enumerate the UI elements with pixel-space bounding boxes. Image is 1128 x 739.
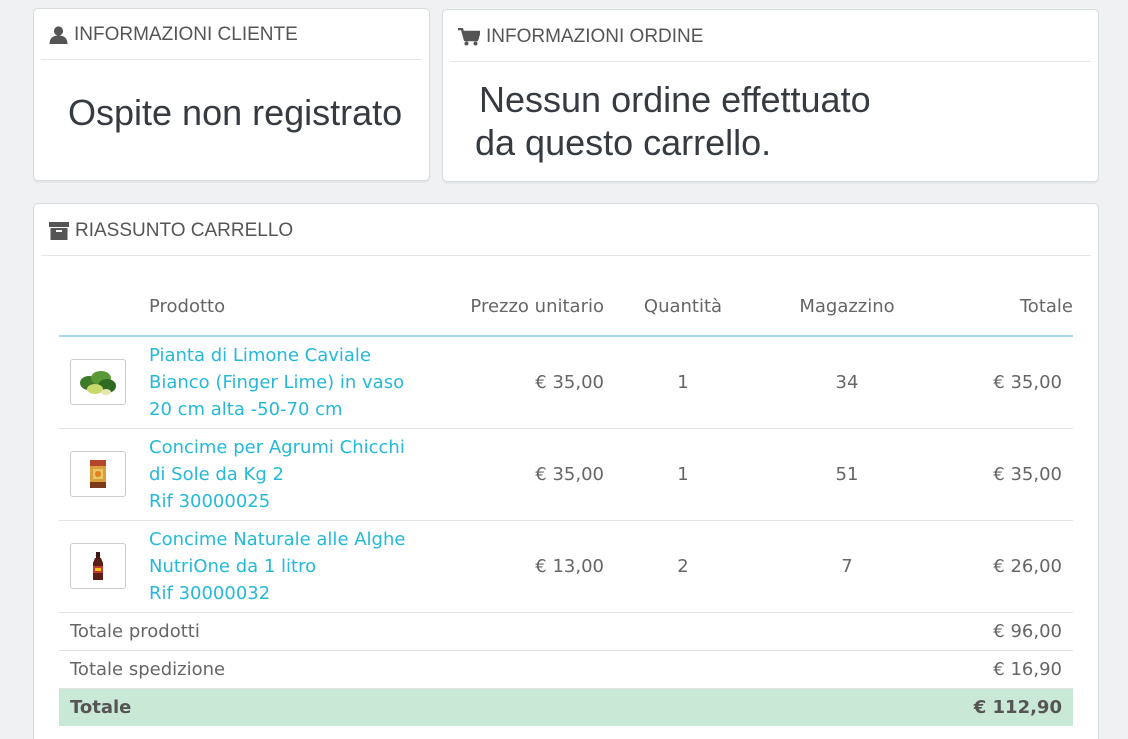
no-order-message: Nessun ordine effettuato da questo carre…	[475, 78, 871, 164]
stock-cell: 34	[762, 336, 932, 429]
stock-cell: 51	[762, 428, 932, 521]
no-order-message-line2: da questo carrello.	[475, 122, 772, 163]
column-stock: Magazzino	[762, 278, 932, 337]
user-icon	[49, 26, 68, 44]
order-info-title: INFORMAZIONI ORDINE	[486, 25, 704, 47]
column-product: Prodotto	[149, 278, 429, 337]
customer-info-heading: INFORMAZIONI CLIENTE	[41, 9, 422, 60]
order-info-panel: INFORMAZIONI ORDINE Nessun ordine effett…	[442, 9, 1099, 182]
product-link-seaweed-fertilizer[interactable]: Concime Naturale alle Alghe NutriOne da …	[149, 526, 429, 607]
shipping-total-row: Totale spedizione € 16,90	[59, 650, 1073, 689]
grand-total-value: € 112,90	[932, 688, 1073, 726]
customer-info-title: INFORMAZIONI CLIENTE	[74, 24, 298, 45]
seaweed-fertilizer-bottle-thumbnail[interactable]	[70, 543, 126, 589]
cart-summary-heading: RIASSUNTO CARRELLO	[41, 204, 1091, 256]
shopping-cart-icon	[458, 27, 480, 46]
archive-box-icon	[49, 221, 69, 240]
unit-price-cell: € 13,00	[429, 520, 604, 613]
product-name-line: Pianta di Limone Caviale	[149, 344, 371, 366]
shipping-total-value: € 16,90	[932, 650, 1073, 689]
products-total-value: € 96,00	[932, 612, 1073, 651]
line-total-cell: € 35,00	[932, 336, 1073, 429]
line-total-cell: € 35,00	[932, 428, 1073, 521]
table-row: Concime per Agrumi Chicchi di Sole da Kg…	[59, 428, 1073, 521]
cart-summary-title: RIASSUNTO CARRELLO	[75, 219, 294, 241]
cart-summary-panel: RIASSUNTO CARRELLO Prodotto Prezzo unita…	[33, 203, 1099, 739]
quantity-cell: 1	[604, 428, 762, 521]
product-name-line: NutriOne da 1 litro	[149, 555, 317, 577]
product-name-line: Bianco (Finger Lime) in vaso	[149, 371, 405, 393]
product-name-line: Concime Naturale alle Alghe	[149, 528, 406, 550]
no-order-message-line1: Nessun ordine effettuato	[479, 79, 871, 120]
column-quantity: Quantità	[604, 278, 762, 337]
cart-table-header: Prodotto Prezzo unitario Quantità Magazz…	[59, 278, 1073, 337]
product-name-line: Concime per Agrumi Chicchi	[149, 436, 405, 458]
product-name-line: 20 cm alta -50-70 cm	[149, 398, 343, 420]
unit-price-cell: € 35,00	[429, 336, 604, 429]
stock-cell: 7	[762, 520, 932, 613]
product-name-line: Rif 30000025	[149, 490, 271, 512]
quantity-cell: 1	[604, 336, 762, 429]
table-row: Pianta di Limone Caviale Bianco (Finger …	[59, 336, 1073, 429]
cart-table: Prodotto Prezzo unitario Quantità Magazz…	[59, 278, 1073, 726]
unit-price-cell: € 35,00	[429, 428, 604, 521]
products-total-row: Totale prodotti € 96,00	[59, 612, 1073, 651]
line-total-cell: € 26,00	[932, 520, 1073, 613]
finger-lime-plant-thumbnail[interactable]	[70, 359, 126, 406]
product-name-line: di Sole da Kg 2	[149, 463, 284, 485]
column-unit-price: Prezzo unitario	[429, 278, 604, 337]
grand-total-row: Totale € 112,90	[59, 688, 1073, 726]
product-link-citrus-fertilizer[interactable]: Concime per Agrumi Chicchi di Sole da Kg…	[149, 434, 429, 515]
grand-total-label: Totale	[59, 688, 932, 726]
shipping-total-label: Totale spedizione	[59, 650, 932, 689]
product-name-line: Rif 30000032	[149, 582, 271, 604]
products-total-label: Totale prodotti	[59, 612, 932, 651]
column-thumb	[59, 278, 149, 337]
product-link-finger-lime[interactable]: Pianta di Limone Caviale Bianco (Finger …	[149, 342, 429, 423]
table-row: Concime Naturale alle Alghe NutriOne da …	[59, 520, 1073, 613]
column-total: Totale	[932, 278, 1073, 337]
customer-info-panel: INFORMAZIONI CLIENTE Ospite non registra…	[33, 8, 430, 181]
quantity-cell: 2	[604, 520, 762, 613]
order-info-heading: INFORMAZIONI ORDINE	[450, 10, 1091, 62]
guest-message: Ospite non registrato	[68, 92, 403, 133]
citrus-fertilizer-box-thumbnail[interactable]	[70, 451, 126, 497]
